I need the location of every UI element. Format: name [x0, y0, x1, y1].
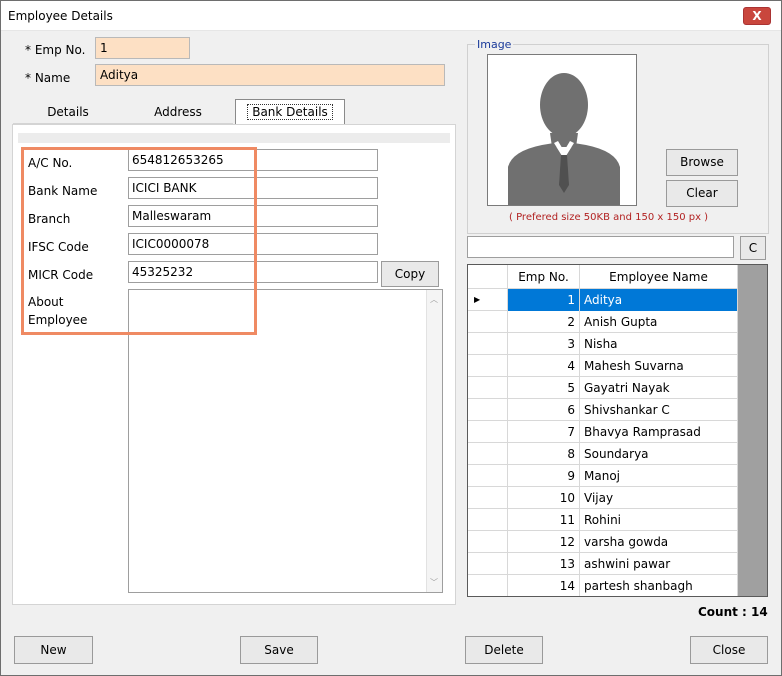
row-header[interactable]	[468, 399, 508, 421]
cell-emp-no[interactable]: 12	[508, 531, 580, 553]
tab-address[interactable]: Address	[123, 100, 233, 124]
table-row[interactable]: 2 Anish Gupta	[468, 311, 738, 333]
table-row[interactable]: 12 varsha gowda	[468, 531, 738, 553]
window-close-icon[interactable]: X	[743, 7, 771, 25]
image-size-hint: ( Prefered size 50KB and 150 x 150 px )	[509, 212, 709, 223]
name-label: * Name	[25, 71, 71, 85]
table-row[interactable]: 5 Gayatri Nayak	[468, 377, 738, 399]
col-header-emp-no[interactable]: Emp No.	[508, 265, 580, 289]
cell-emp-no[interactable]: 6	[508, 399, 580, 421]
cell-employee-name[interactable]: Rohini	[580, 509, 738, 531]
row-header[interactable]	[468, 487, 508, 509]
cell-employee-name[interactable]: Vijay	[580, 487, 738, 509]
search-clear-button[interactable]: C	[740, 236, 766, 260]
cell-employee-name[interactable]: Soundarya	[580, 443, 738, 465]
cell-emp-no[interactable]: 4	[508, 355, 580, 377]
title-bar: Employee Details X	[1, 1, 781, 31]
employee-details-window: Employee Details X * Emp No. 1 * Name Ad…	[0, 0, 782, 676]
table-row[interactable]: 4 Mahesh Suvarna	[468, 355, 738, 377]
cell-emp-no[interactable]: 1	[508, 289, 580, 311]
cell-employee-name[interactable]: Aditya	[580, 289, 738, 311]
pane-header-strip	[18, 133, 450, 143]
cell-emp-no[interactable]: 8	[508, 443, 580, 465]
window-title: Employee Details	[8, 9, 113, 23]
emp-no-label: * Emp No.	[25, 43, 86, 57]
clear-image-button[interactable]: Clear	[666, 180, 738, 207]
cell-employee-name[interactable]: Nisha	[580, 333, 738, 355]
cell-employee-name[interactable]: Bhavya Ramprasad	[580, 421, 738, 443]
scroll-up-icon[interactable]: ︿	[430, 294, 438, 305]
image-group-label: Image	[475, 38, 514, 51]
browse-button[interactable]: Browse	[666, 149, 738, 176]
table-row[interactable]: 11 Rohini	[468, 509, 738, 531]
cell-emp-no[interactable]: 11	[508, 509, 580, 531]
row-header[interactable]	[468, 377, 508, 399]
row-header[interactable]: ▶	[468, 289, 508, 311]
row-header[interactable]	[468, 311, 508, 333]
cell-emp-no[interactable]: 3	[508, 333, 580, 355]
table-row[interactable]: 13 ashwini pawar	[468, 553, 738, 575]
grid-header-corner	[468, 265, 508, 289]
tab-bank-details[interactable]: Bank Details	[235, 99, 345, 124]
table-row[interactable]: 9 Manoj	[468, 465, 738, 487]
row-header[interactable]	[468, 465, 508, 487]
emp-no-field[interactable]: 1	[95, 37, 190, 59]
cell-employee-name[interactable]: partesh shanbagh	[580, 575, 738, 596]
delete-button[interactable]: Delete	[465, 636, 543, 664]
table-row[interactable]: 6 Shivshankar C	[468, 399, 738, 421]
table-row[interactable]: 7 Bhavya Ramprasad	[468, 421, 738, 443]
row-header[interactable]	[468, 553, 508, 575]
name-field[interactable]: Aditya	[95, 64, 445, 86]
person-silhouette-icon	[498, 55, 628, 205]
new-button[interactable]: New	[14, 636, 93, 664]
col-header-employee-name[interactable]: Employee Name	[580, 265, 738, 289]
cell-employee-name[interactable]: Shivshankar C	[580, 399, 738, 421]
table-row[interactable]: 10 Vijay	[468, 487, 738, 509]
save-button[interactable]: Save	[240, 636, 318, 664]
row-header[interactable]	[468, 509, 508, 531]
row-header[interactable]	[468, 333, 508, 355]
record-count: Count : 14	[698, 605, 768, 619]
cell-employee-name[interactable]: Mahesh Suvarna	[580, 355, 738, 377]
row-header[interactable]	[468, 355, 508, 377]
cell-employee-name[interactable]: Manoj	[580, 465, 738, 487]
cell-employee-name[interactable]: Gayatri Nayak	[580, 377, 738, 399]
cell-emp-no[interactable]: 14	[508, 575, 580, 596]
photo-frame	[487, 54, 637, 206]
scroll-down-icon[interactable]: ﹀	[430, 577, 438, 588]
cell-emp-no[interactable]: 10	[508, 487, 580, 509]
textarea-scrollbar[interactable]: ︿ ﹀	[426, 290, 442, 592]
row-header[interactable]	[468, 575, 508, 596]
row-header[interactable]	[468, 443, 508, 465]
close-button[interactable]: Close	[690, 636, 768, 664]
bank-fields-highlight-box	[21, 147, 257, 335]
row-header[interactable]	[468, 531, 508, 553]
cell-emp-no[interactable]: 5	[508, 377, 580, 399]
table-row[interactable]: ▶ 1 Aditya	[468, 289, 738, 311]
copy-button[interactable]: Copy	[381, 261, 439, 287]
cell-emp-no[interactable]: 2	[508, 311, 580, 333]
cell-emp-no[interactable]: 7	[508, 421, 580, 443]
cell-employee-name[interactable]: varsha gowda	[580, 531, 738, 553]
cell-employee-name[interactable]: ashwini pawar	[580, 553, 738, 575]
search-input[interactable]	[467, 236, 734, 258]
grid-header: Emp No. Employee Name	[468, 265, 738, 289]
tab-details[interactable]: Details	[13, 100, 123, 124]
table-row[interactable]: 3 Nisha	[468, 333, 738, 355]
employee-grid[interactable]: Emp No. Employee Name ▶ 1 Aditya 2 Anish Gup…	[467, 264, 768, 597]
row-header[interactable]	[468, 421, 508, 443]
table-row[interactable]: 14 partesh shanbagh	[468, 575, 738, 596]
cell-employee-name[interactable]: Anish Gupta	[580, 311, 738, 333]
table-row[interactable]: 8 Soundarya	[468, 443, 738, 465]
cell-emp-no[interactable]: 13	[508, 553, 580, 575]
tab-bank-details-label: Bank Details	[247, 104, 333, 120]
current-row-arrow-icon: ▶	[474, 295, 481, 304]
cell-emp-no[interactable]: 9	[508, 465, 580, 487]
